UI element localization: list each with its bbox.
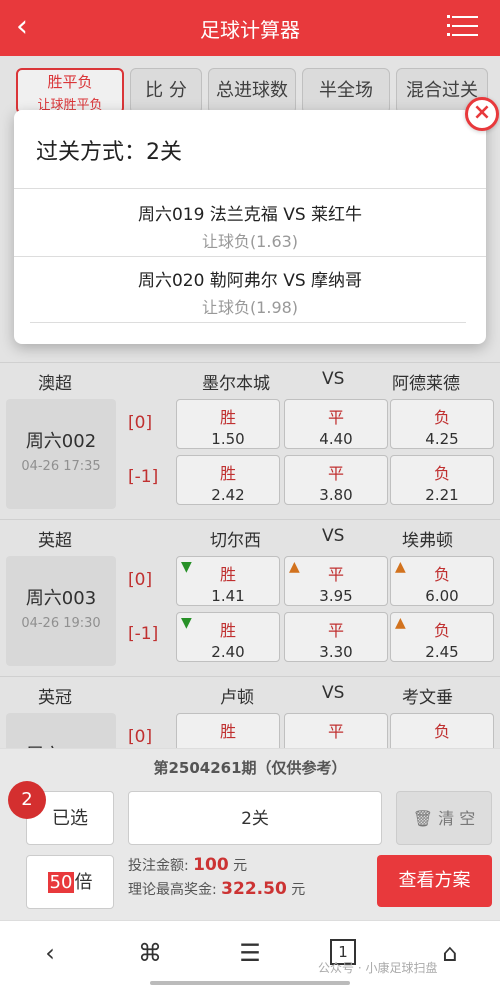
back-icon[interactable]: ‹ [30,939,70,967]
selection-match: 周六019 法兰克福 VS 莱红牛 [137,205,363,225]
selection-match: 周六020 勒阿弗尔 VS 摩纳哥 [137,271,363,291]
menu-icon[interactable] [447,15,478,38]
divider [14,188,486,189]
divider [30,322,466,323]
popup-title: 过关方式：2关 [36,140,182,165]
page-title: 足球计算器 [200,18,300,42]
menu-icon[interactable]: ☰ [230,939,270,967]
watermark: 公众号 · 小康足球扫盘 [318,961,438,975]
trash-icon: 🗑 [412,809,434,828]
apps-icon[interactable]: ⌘ [130,939,170,967]
selection-option: 让球负(1.63) [201,232,299,251]
bet-amount: 投注金额: 100 元 [128,855,248,875]
pass-type-selector[interactable]: 2关 [128,791,382,845]
home-indicator [150,981,350,985]
close-icon[interactable]: × [465,97,499,131]
selection-option: 让球负(1.98) [201,298,299,317]
multiple-input[interactable]: 50 倍 [26,855,114,909]
bet-panel: 第2504261期（仅供参考） 已选 2 2关 🗑 清 空 50 倍 投注金额: … [0,748,500,920]
clear-button[interactable]: 🗑 清 空 [396,791,492,845]
divider [14,256,486,257]
system-nav-bar: ‹ ⌘ ☰ 1 ⌂ 公众号 · 小康足球扫盘 [0,920,500,987]
view-plan-button[interactable]: 查看方案 [377,855,492,907]
max-prize: 理论最高奖金: 322.50 元 [128,879,306,899]
selected-count-badge: 2 [8,781,46,819]
pass-method-popup: 过关方式：2关 周六019 法兰克福 VS 莱红牛 让球负(1.63) 周六02… [14,110,486,344]
app-header: ‹ 足球计算器 [0,0,500,56]
period-label: 第2504261期（仅供参考） [153,759,347,777]
